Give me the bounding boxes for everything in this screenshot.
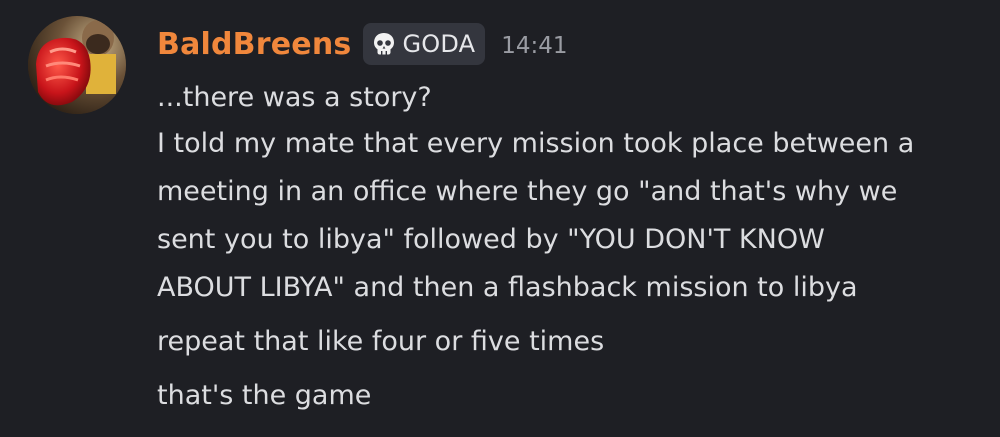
skull-icon — [374, 33, 395, 55]
server-tag-label: GODA — [402, 30, 476, 58]
server-tag[interactable]: GODA — [363, 23, 486, 65]
message-line: sent you to libya" followed by "YOU DON'… — [157, 224, 825, 255]
message-line: ABOUT LIBYA" and then a flashback missio… — [157, 272, 858, 303]
message-line: ...there was a story? — [157, 82, 432, 113]
red-fist-icon — [28, 16, 126, 114]
message-line: I told my mate that every mission took p… — [157, 128, 915, 159]
timestamp[interactable]: 14:41 — [501, 33, 567, 59]
message-line: repeat that like four or five times — [157, 326, 605, 357]
message-line: meeting in an office where they go "and … — [157, 176, 898, 207]
chat-message: BaldBreens GODA 14:41 ...there was a sto… — [0, 0, 1000, 437]
message-header: BaldBreens GODA 14:41 — [157, 22, 568, 66]
message-content: ...there was a story? I told my mate tha… — [157, 76, 977, 420]
user-avatar[interactable] — [28, 16, 126, 114]
username[interactable]: BaldBreens — [157, 27, 351, 62]
message-line: that's the game — [157, 380, 372, 411]
